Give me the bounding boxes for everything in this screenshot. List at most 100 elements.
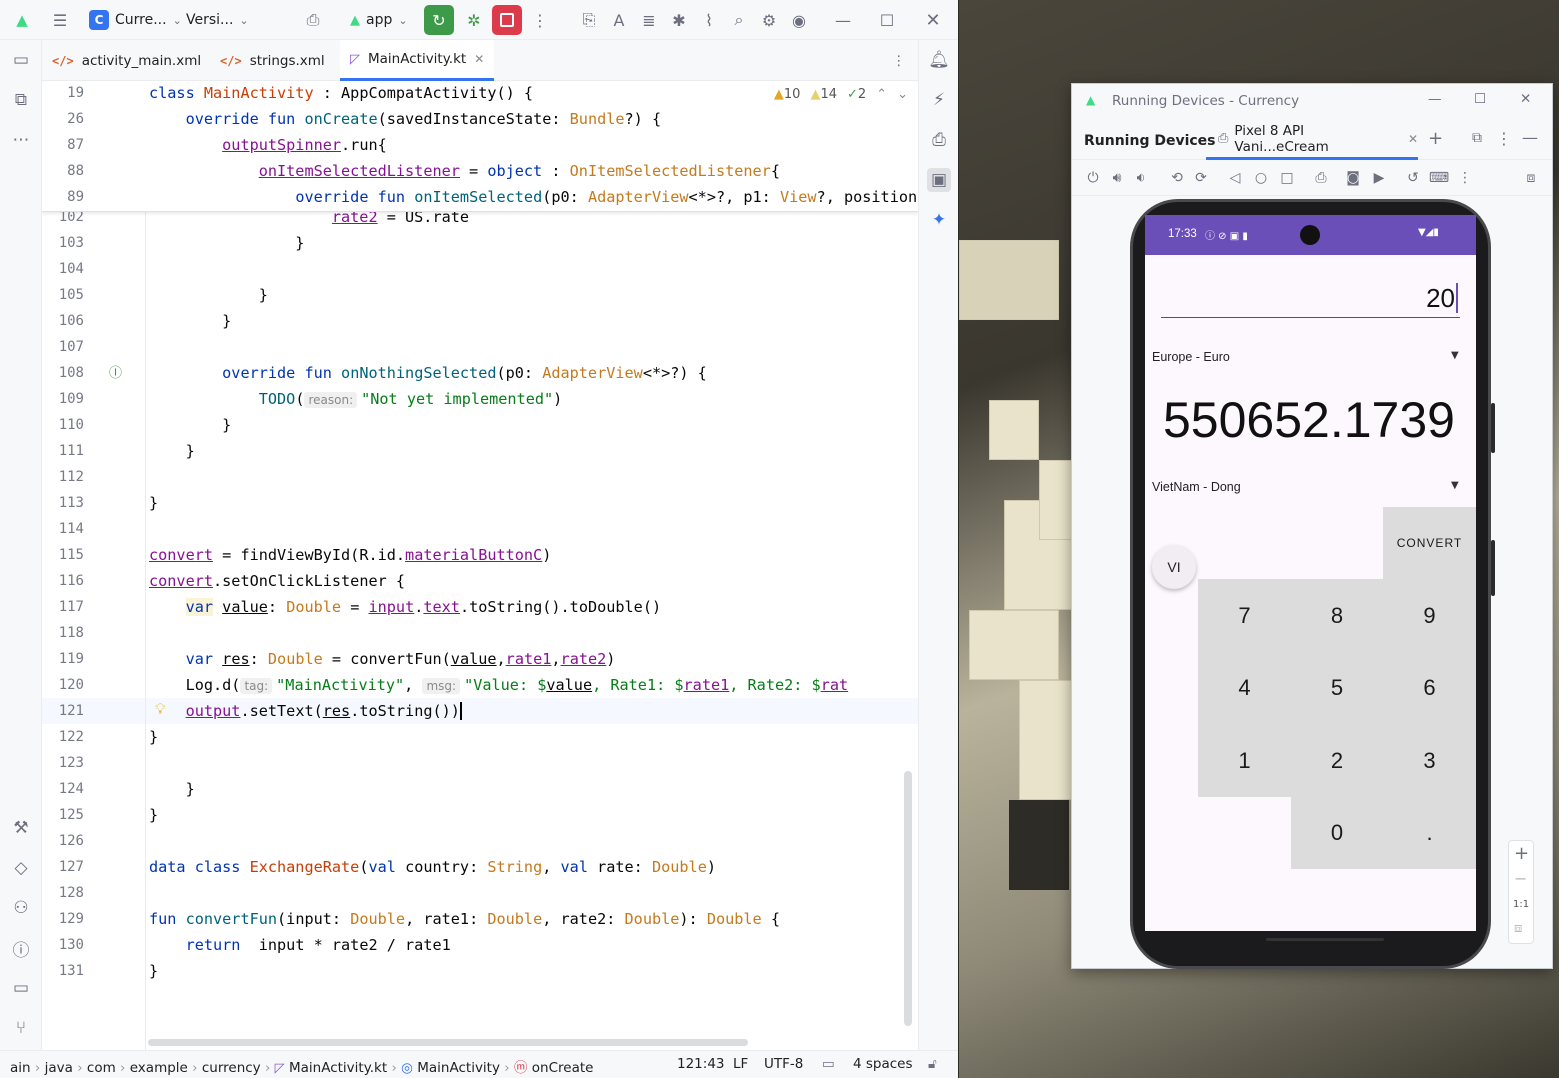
app-quality-icon[interactable]: ⚇ [9,896,33,920]
phone-side-button[interactable] [1491,403,1495,453]
home-indicator[interactable] [1266,938,1384,941]
minimize-icon[interactable]: — [830,6,856,34]
key-7[interactable]: 7 [1198,579,1291,652]
snapshot-icon[interactable]: ↺ [1404,169,1422,187]
rotate-left-icon[interactable]: ⟲ [1168,169,1186,187]
to-currency-spinner[interactable]: VietNam - Dong [1152,480,1241,494]
tab-strings-xml[interactable]: </> strings.xml [220,40,325,81]
phone-screen[interactable]: 17:33 ⓘ ⊘ ▣ ▮ ▼◢▮ 20 Europe - Euro ▼ 550… [1145,215,1476,931]
tab-activity-main-xml[interactable]: </> activity_main.xml [52,40,201,81]
breadcrumb[interactable]: ain › java › com › example › currency › … [10,1056,593,1076]
convert-button[interactable]: CONVERT [1383,507,1476,579]
profiler-icon[interactable]: ⌇ [696,6,722,34]
structure-icon[interactable]: ⧉ [9,88,33,112]
inspection-widget[interactable]: ▲10 ▲14 ✓2 ⌃ ⌄ [774,87,908,102]
more-icon[interactable]: ⋮ [1456,169,1474,187]
debug-icon[interactable]: ✲ [460,6,488,34]
account-icon[interactable]: ◉ [786,6,812,34]
close-tab-icon[interactable]: ✕ [1408,132,1418,146]
overview-icon[interactable]: □ [1278,169,1296,187]
close-icon[interactable]: ✕ [1520,91,1531,107]
translate-icon[interactable]: A [606,6,632,34]
line-separator[interactable]: LF [733,1056,748,1072]
device-explorer-icon[interactable]: ⎘ [576,6,602,34]
key-decimal[interactable]: . [1383,797,1476,869]
indent-setting[interactable]: 4 spaces [853,1056,913,1072]
back-icon[interactable]: ◁ [1226,169,1244,187]
logcat-icon[interactable]: ≣ [636,6,662,34]
home-icon[interactable]: ○ [1252,169,1270,187]
search-icon[interactable]: ⌕ [726,6,752,34]
key-1[interactable]: 1 [1198,724,1291,797]
more-tools-icon[interactable]: ⋯ [9,128,33,152]
amount-input[interactable]: 20 [1161,283,1460,318]
power-icon[interactable]: ⏻ [1084,169,1102,187]
zoom-1-1[interactable]: 1:1 [1513,899,1529,910]
key-9[interactable]: 9 [1383,579,1476,652]
device-manager-icon[interactable]: ⎙ [927,128,951,152]
device-manager-icon[interactable]: ⎙ [300,6,326,34]
vi-fab[interactable]: VI [1152,545,1196,589]
from-currency-spinner[interactable]: Europe - Euro [1152,350,1230,364]
horizontal-scrollbar[interactable] [148,1039,748,1046]
key-6[interactable]: 6 [1383,652,1476,724]
key-3[interactable]: 3 [1383,724,1476,797]
keyboard-icon[interactable]: ⌨ [1429,169,1449,187]
prev-highlight-icon[interactable]: ⌃ [876,87,887,102]
hide-icon[interactable]: — [1522,128,1538,147]
rotate-right-icon[interactable]: ⟳ [1192,169,1210,187]
window-options-icon[interactable]: ⧉ [1472,130,1482,146]
context-icon[interactable]: ▭ [822,1056,835,1072]
project-selector[interactable]: C Curre... ⌄ [89,9,182,31]
implements-gutter-icon[interactable]: Ⓘ [109,362,122,381]
gem-icon[interactable]: ◇ [9,856,33,880]
lightbulb-icon[interactable]: 💡︎ [155,700,166,718]
vertical-scrollbar[interactable] [904,771,912,1026]
maximize-icon[interactable]: ☐ [1474,91,1486,107]
zoom-in-icon[interactable]: + [1514,843,1529,864]
more-icon[interactable]: ⋮ [1496,129,1512,148]
display-settings-icon[interactable]: ⧈ [1522,169,1540,187]
minimize-icon[interactable]: — [1428,91,1442,107]
settings-gear-icon[interactable]: ⚙ [756,6,782,34]
zoom-out-icon[interactable]: − [1514,869,1527,888]
dropdown-arrow-icon[interactable]: ▼ [1451,350,1459,361]
vcs-branch-selector[interactable]: Versi... ⌄ [186,9,249,31]
volume-down-icon[interactable]: 🔉︎ [1132,169,1150,187]
app-inspection-icon[interactable]: ✱ [666,6,692,34]
build-hammer-icon[interactable]: ⚒ [9,816,33,840]
tab-options-icon[interactable]: ⋮ [892,40,906,81]
fit-screen-icon[interactable]: ⧈ [1514,921,1522,936]
gemini-sparkle-icon[interactable]: ✦ [927,208,951,232]
next-highlight-icon[interactable]: ⌄ [897,87,908,102]
code-editor[interactable]: 19 26 87 88 89 102 103 104 105 106 107 108 109 110 111… [42,81,918,1050]
main-menu-icon[interactable]: ☰ [46,6,74,34]
more-icon[interactable]: ⋮ [530,6,550,34]
gradle-icon[interactable]: ⚡︎ [927,88,951,112]
add-device-icon[interactable]: + [1428,128,1443,149]
phone-volume-button[interactable] [1491,540,1495,596]
key-0[interactable]: 0 [1291,797,1383,869]
maximize-icon[interactable]: ☐ [874,6,900,34]
file-encoding[interactable]: UTF-8 [764,1056,803,1072]
screen-record-icon[interactable]: ▶ [1370,169,1388,187]
key-5[interactable]: 5 [1291,652,1383,724]
apply-changes-icon[interactable]: ↻ [424,5,454,35]
project-folder-icon[interactable]: ▭ [9,48,33,72]
dropdown-arrow-icon[interactable]: ▼ [1451,480,1459,491]
caret-position[interactable]: 121:43 [677,1056,725,1072]
terminal-icon[interactable]: ▭ [9,976,33,1000]
device-tab[interactable]: ⎙ Pixel 8 API Vani...eCream ✕ [1206,120,1418,160]
running-devices-icon[interactable]: ▣ [927,168,951,192]
git-branch-icon[interactable]: ⑂ [9,1016,33,1040]
volume-up-icon[interactable]: 🔊︎ [1108,169,1126,187]
key-2[interactable]: 2 [1291,724,1383,797]
key-8[interactable]: 8 [1291,579,1383,652]
stop-icon[interactable] [492,5,522,35]
notifications-bell-icon[interactable]: 🔔︎ [927,48,951,72]
lock-icon[interactable]: 🔓︎ [928,1056,937,1072]
device-frame-icon[interactable]: ⎙ [1312,169,1330,187]
close-icon[interactable]: ✕ [920,6,946,34]
problems-icon[interactable]: ⓘ [9,936,33,961]
run-config-selector[interactable]: ▲ app ⌄ [350,9,408,31]
